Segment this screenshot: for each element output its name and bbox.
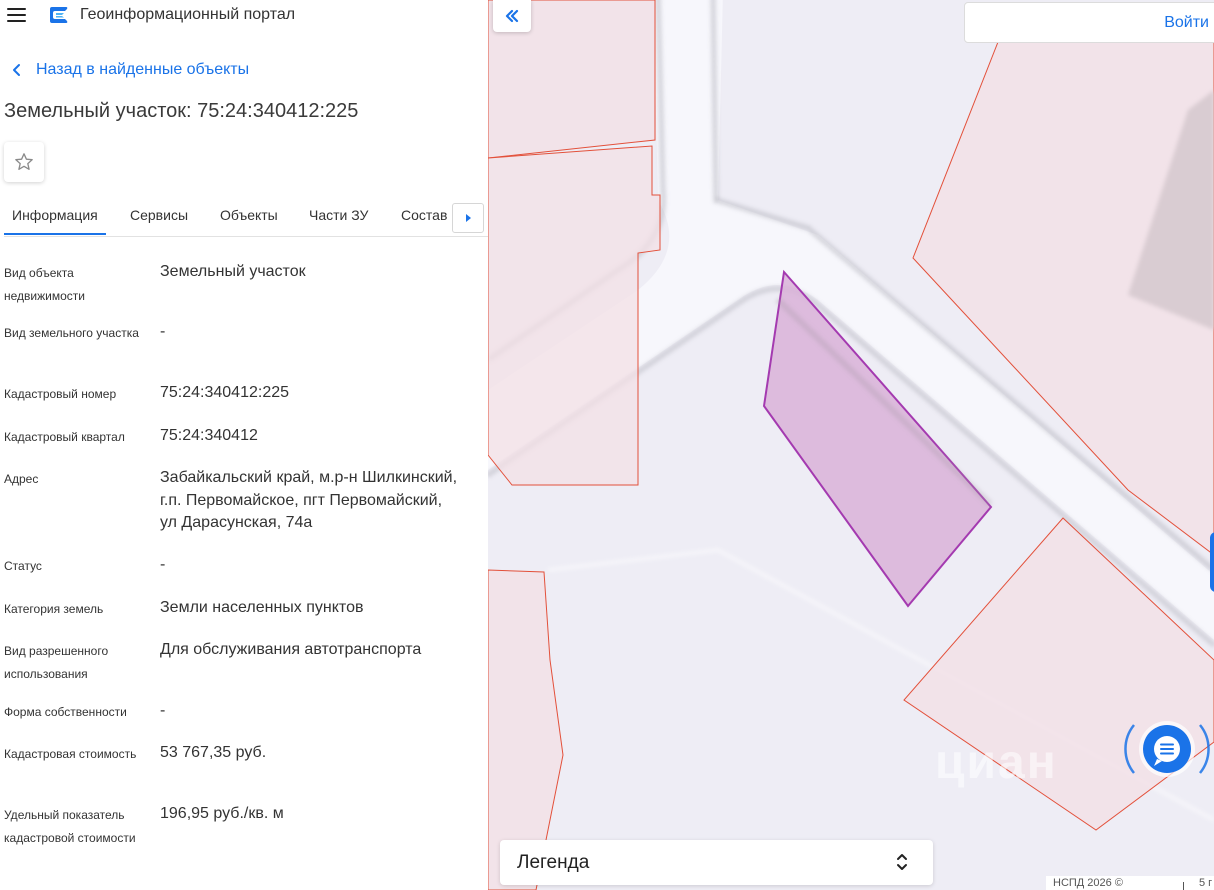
attr-value: 196,95 руб./кв. м — [160, 805, 284, 822]
app-title: Геоинформационный портал — [80, 6, 296, 23]
map-view[interactable] — [488, 0, 1214, 890]
legend-label: Легенда — [517, 852, 590, 873]
chat-button[interactable] — [1124, 713, 1210, 785]
attr-label: Форма собственности — [4, 705, 127, 719]
active-tab-indicator — [4, 233, 106, 235]
copyright-text[interactable]: НСПД 2026 © — [1053, 877, 1123, 889]
tab-information[interactable]: Информация — [12, 207, 98, 223]
tab-bar: Информация Сервисы Объекты Части ЗУ Сост… — [4, 199, 488, 237]
attr-label: Вид объекта недвижимости — [4, 266, 85, 303]
page-title: Земельный участок: 75:24:340412:225 — [4, 100, 359, 122]
attr-value: Земли населенных пунктов — [160, 599, 364, 616]
info-panel: Геоинформационный портал Назад в найденн… — [0, 0, 488, 890]
attr-value: 53 767,35 руб. — [160, 744, 267, 761]
top-bar: Геоинформационный портал — [0, 0, 488, 32]
attr-label: Категория земель — [4, 602, 104, 616]
attr-label: Статус — [4, 559, 42, 573]
side-panel-tab[interactable] — [1210, 532, 1214, 592]
attr-value: 75:24:340412:225 — [160, 384, 290, 401]
chevron-up-down-icon — [897, 854, 907, 870]
collapse-panel-button[interactable] — [493, 0, 531, 32]
back-link-label: Назад в найденные объекты — [36, 61, 250, 78]
tab-services[interactable]: Сервисы — [130, 207, 188, 223]
attr-value: - — [160, 556, 166, 573]
double-chevron-left-icon — [505, 9, 519, 23]
portal-logo-icon — [50, 7, 68, 23]
attr-label: Вид земельного участка — [4, 326, 139, 340]
tab-parts[interactable]: Части ЗУ — [309, 207, 368, 223]
attr-value: - — [160, 702, 166, 719]
chevron-left-icon — [13, 64, 20, 76]
attr-label: Кадастровый квартал — [4, 430, 125, 444]
parcel[interactable] — [488, 145, 661, 486]
caret-right-icon — [466, 214, 471, 222]
attr-label: Вид разрешенного использования — [4, 644, 109, 681]
tab-objects[interactable]: Объекты — [220, 207, 278, 223]
attr-value: Для обслуживания автотранспорта — [160, 641, 422, 658]
attr-label: Кадастровая стоимость — [4, 747, 137, 761]
attr-value: Земельный участок — [160, 263, 306, 280]
tab-composition[interactable]: Состав — [401, 207, 447, 223]
attr-value: - — [160, 323, 166, 340]
favorite-button[interactable] — [4, 142, 44, 182]
hamburger-icon[interactable] — [7, 8, 26, 22]
attr-value: 75:24:340412 — [160, 427, 258, 444]
watermark: циан — [935, 736, 1058, 789]
login-panel: Войти — [964, 2, 1214, 43]
attr-label: Удельный показатель кадастровой стоимост… — [4, 808, 136, 845]
scale-bar — [1183, 882, 1184, 890]
scale-label: 5 г — [1199, 877, 1213, 889]
attr-label: Кадастровый номер — [4, 387, 117, 401]
address-value: Забайкальский край, м.р-н Шилкинский, г.… — [160, 469, 458, 531]
login-button[interactable]: Войти — [1164, 14, 1209, 32]
tab-scroll-right-button[interactable] — [452, 203, 484, 233]
star-icon — [15, 153, 33, 170]
attr-label: Адрес — [4, 472, 39, 486]
back-link[interactable]: Назад в найденные объекты — [10, 61, 249, 79]
legend-toggle[interactable]: Легенда — [500, 840, 933, 885]
map-canvas[interactable] — [488, 0, 1214, 890]
chat-icon — [1124, 721, 1210, 777]
